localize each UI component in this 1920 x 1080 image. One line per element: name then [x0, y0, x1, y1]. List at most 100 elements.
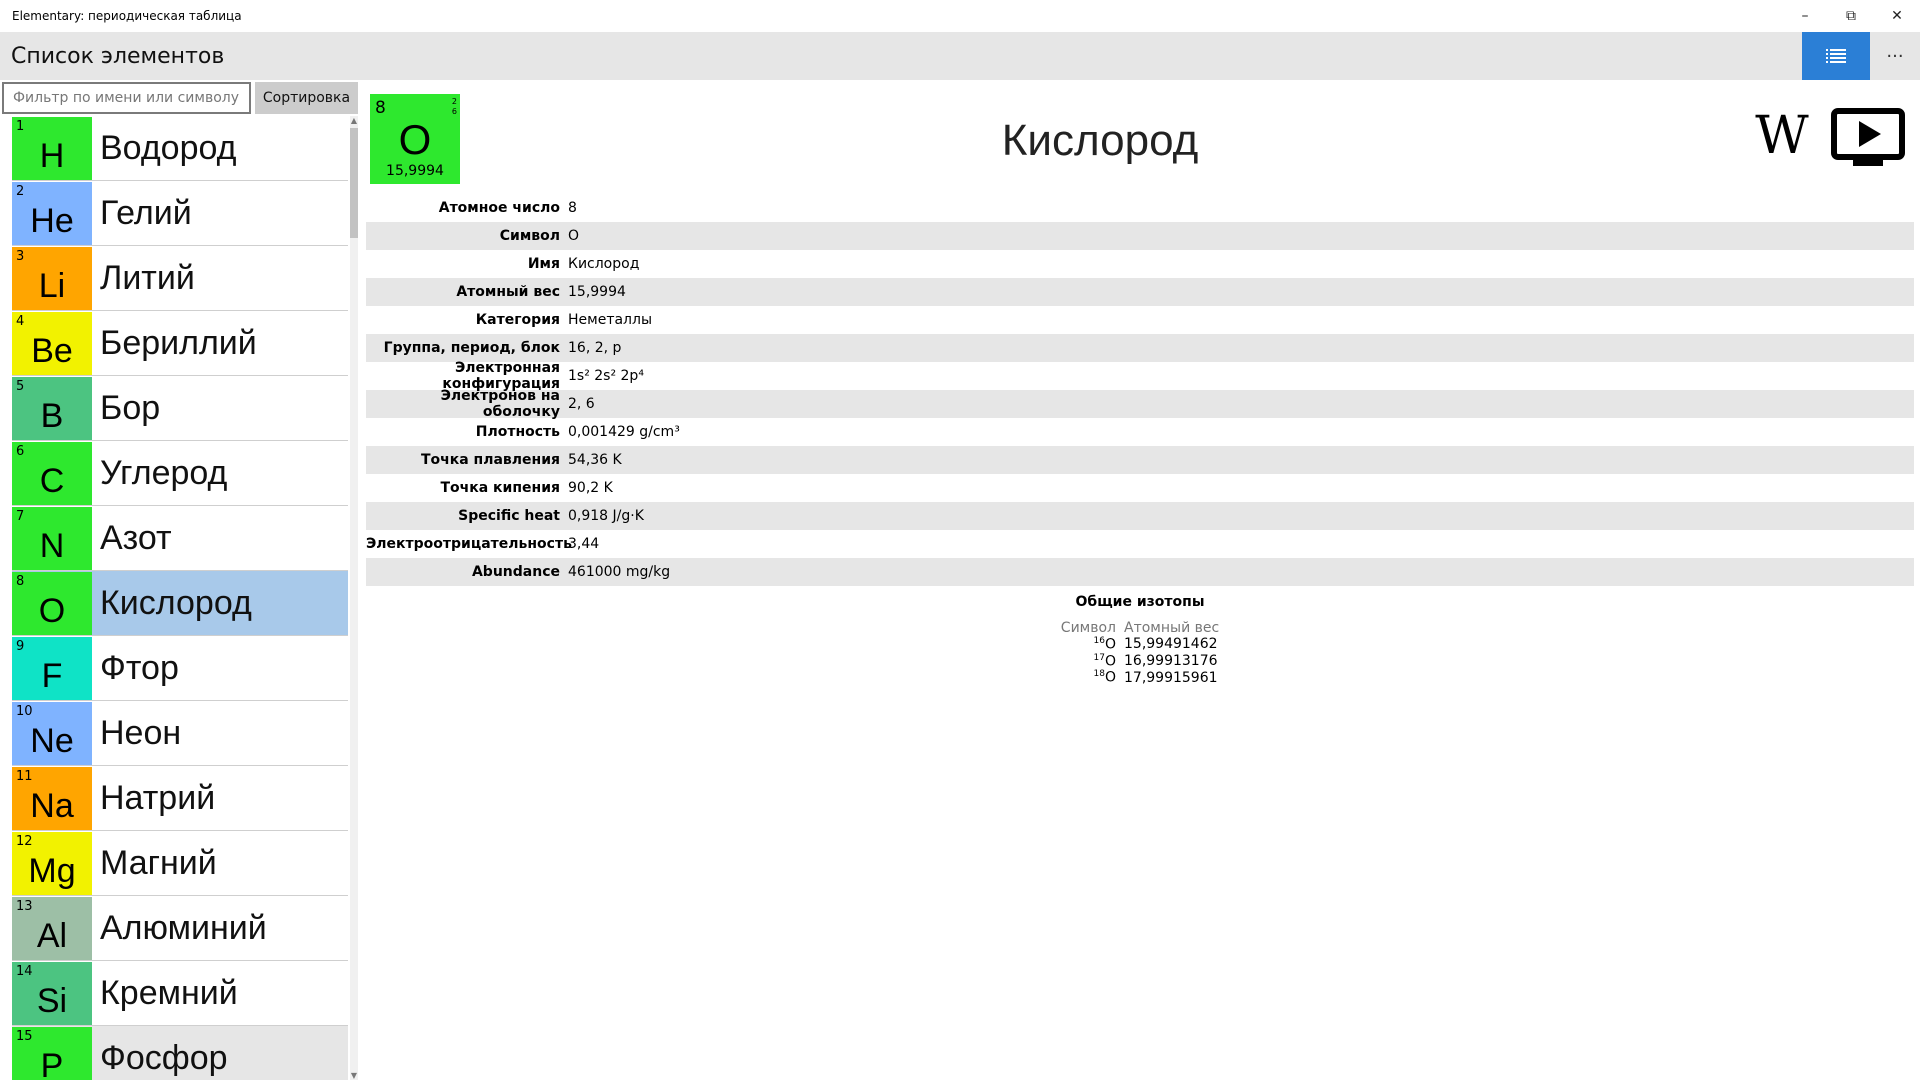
isotope-mass-number: 18 [1093, 669, 1105, 680]
element-name-label: Кремний [100, 973, 238, 1012]
isotope-symbol: 16O [1057, 636, 1120, 653]
more-button[interactable]: ··· [1870, 32, 1920, 80]
property-row: Имя Кислород [366, 250, 1914, 278]
atomic-number: 14 [16, 963, 33, 979]
property-row: Электроотрицательность 3,44 [366, 530, 1914, 558]
property-row: Категория Неметаллы [366, 306, 1914, 334]
element-name-label: Гелий [100, 193, 192, 232]
property-row: Точка кипения 90,2 K [366, 474, 1914, 502]
list-item[interactable]: 4 Be Бериллий [12, 311, 348, 376]
property-value: 54,36 K [568, 452, 622, 468]
isotope-row: 18O 17,99915961 [1057, 669, 1223, 686]
list-item[interactable]: 12 Mg Магний [12, 831, 348, 896]
atomic-number: 2 [16, 183, 25, 199]
list-item[interactable]: 13 Al Алюминий [12, 896, 348, 961]
property-key: Точка кипения [440, 480, 560, 496]
list-item[interactable]: 1 H Водород [12, 116, 348, 181]
element-list-panel: Сортировка 1HВодород2HeГелий3LiЛитий4BeБ… [0, 80, 360, 1080]
scrollbar-thumb[interactable] [350, 128, 358, 238]
title-bar: Elementary: периодическая таблица – ⧉ ✕ [0, 0, 1920, 32]
isotope-weight: 15,99491462 [1124, 636, 1218, 653]
isotope-symbol: 18O [1057, 669, 1120, 686]
property-value: 16, 2, p [568, 340, 622, 356]
element-tile-small: 6C [12, 441, 92, 505]
property-value: 0,918 J/g·K [568, 508, 644, 524]
element-name-label: Углерод [100, 453, 228, 492]
atomic-number: 1 [16, 118, 25, 134]
close-button[interactable]: ✕ [1874, 0, 1920, 32]
property-key: Имя [527, 256, 560, 272]
property-row: Точка плавления 54,36 K [366, 446, 1914, 474]
isotope-symbol: 17O [1057, 653, 1120, 670]
property-key: Символ [499, 228, 560, 244]
element-symbol: H [39, 136, 65, 175]
element-name-label: Магний [100, 843, 217, 882]
isotope-row: 16O 15,99491462 [1057, 636, 1223, 653]
element-symbol: B [40, 396, 64, 435]
list-item[interactable]: 5 B Бор [12, 376, 348, 441]
element-symbol: F [41, 656, 63, 695]
element-symbol: Be [31, 331, 73, 370]
list-item[interactable]: 2 He Гелий [12, 181, 348, 246]
property-key: Атомное число [438, 200, 560, 216]
property-row: Электронов на оболочку 2, 6 [366, 388, 1914, 420]
element-symbol: Al [36, 916, 68, 955]
list-item[interactable]: 14 Si Кремний [12, 961, 348, 1026]
list-icon [1826, 49, 1846, 63]
list-scrollbar[interactable]: ▲ ▼ [350, 116, 358, 1080]
scroll-up-icon[interactable]: ▲ [350, 116, 358, 125]
property-row: Specific heat 0,918 J/g·K [366, 502, 1914, 530]
list-item[interactable]: 7 N Азот [12, 506, 348, 571]
list-item[interactable]: 3 Li Литий [12, 246, 348, 311]
window-title: Elementary: периодическая таблица [12, 9, 242, 23]
minimize-button[interactable]: – [1782, 0, 1828, 32]
atomic-number: 9 [16, 638, 25, 654]
element-name: Кислород [1001, 116, 1199, 165]
atomic-number: 13 [16, 898, 33, 914]
filter-input[interactable] [2, 82, 251, 114]
element-tile-small: 1H [12, 116, 92, 180]
property-value: 461000 mg/kg [568, 564, 671, 580]
property-row: Электронная конфигурация 1s² 2s² 2p⁴ [366, 360, 1914, 392]
element-tile-small: 13 Al [12, 896, 92, 960]
property-key: Плотность [475, 424, 560, 440]
element-tile-small: 14 Si [12, 961, 92, 1025]
element-symbol: Si [36, 981, 68, 1020]
property-key: Группа, период, блок [383, 340, 560, 356]
restore-button[interactable]: ⧉ [1828, 0, 1874, 32]
element-tile-small: 12 Mg [12, 831, 92, 895]
list-item[interactable]: 11 Na Натрий [12, 766, 348, 831]
isotope-row: 17O 16,99913176 [1057, 653, 1223, 670]
property-key: Категория [475, 312, 560, 328]
element-name-label: Водород [100, 128, 237, 167]
element-name-label: Фосфор [100, 1038, 228, 1077]
property-row: Атомное число 8 [366, 194, 1914, 222]
element-name-label: Бор [100, 388, 161, 427]
wikipedia-icon[interactable]: W [1744, 108, 1820, 164]
list-item[interactable]: 6 C Углерод [12, 441, 348, 506]
video-icon[interactable] [1831, 108, 1905, 170]
element-name-label: Натрий [100, 778, 216, 817]
atomic-number: 6 [16, 443, 25, 459]
property-key: Abundance [471, 564, 560, 580]
element-name-label: Кислород [100, 583, 252, 622]
list-item[interactable]: 8 O Кислород [12, 571, 348, 636]
property-value: 15,9994 [568, 284, 626, 300]
isotope-col-symbol: Символ [1060, 620, 1116, 636]
list-view-button[interactable] [1802, 32, 1870, 80]
property-table: Атомное число 8 Символ O Имя Кислород Атомный … [366, 194, 1914, 586]
property-value: 1s² 2s² 2p⁴ [568, 368, 644, 384]
element-list: 1 H Водород 2 He Гелий 3 Li Литий 4 Be Бериллий 5 B Бо… [12, 116, 348, 1080]
property-row: Abundance 461000 mg/kg [366, 558, 1914, 586]
page-title: Список элементов [11, 43, 225, 69]
property-key: Specific heat [458, 508, 560, 524]
list-item[interactable]: 9 F Фтор [12, 636, 348, 701]
list-item[interactable]: 15 P Фосфор [12, 1026, 348, 1080]
isotope-symbol-text: O [1104, 653, 1116, 670]
sort-button[interactable]: Сортировка [255, 82, 358, 114]
list-item[interactable]: 10 Ne Неон [12, 701, 348, 766]
scroll-down-icon[interactable]: ▼ [350, 1071, 358, 1080]
property-value: 90,2 K [568, 480, 613, 496]
atomic-number: 8 [16, 573, 25, 589]
property-key: Атомный вес [456, 284, 560, 300]
